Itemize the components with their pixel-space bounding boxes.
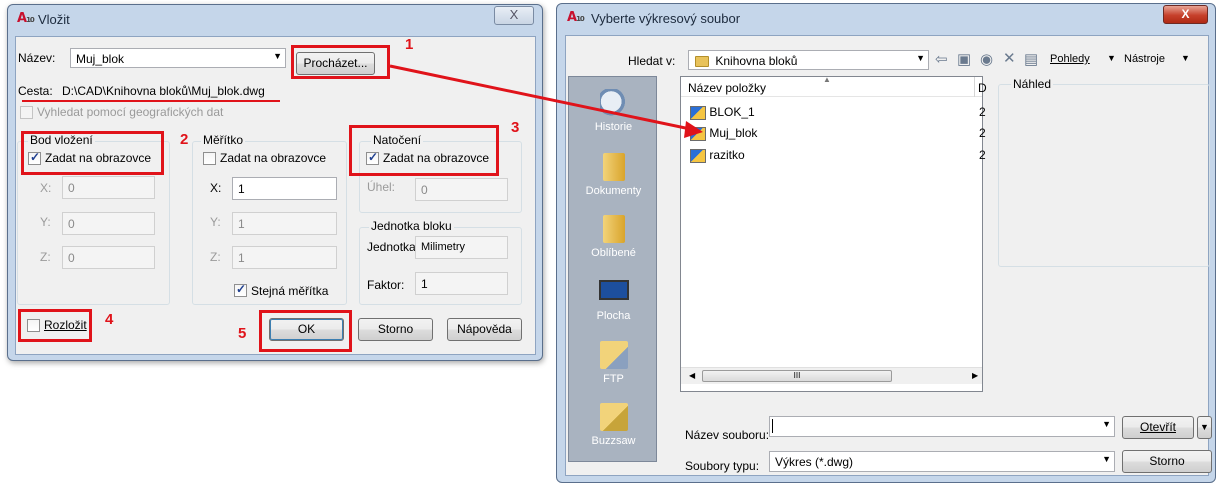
annotation-arrow xyxy=(389,64,703,138)
arrow-head xyxy=(684,121,703,138)
arrow-line xyxy=(389,64,696,132)
